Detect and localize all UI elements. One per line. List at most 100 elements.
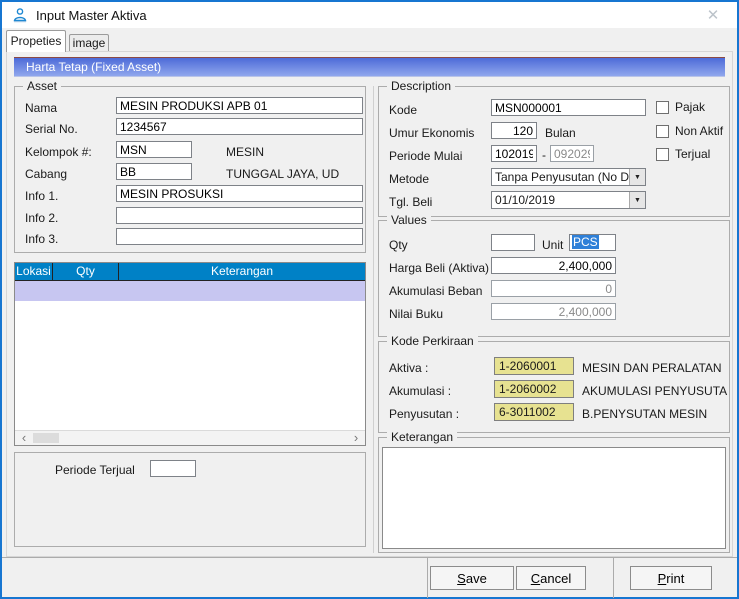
kode-label: Kode [389,103,417,117]
qty-input[interactable] [491,234,535,251]
umur-ekonomis-suffix: Bulan [545,126,576,140]
akumulasi-label: Akumulasi : [389,384,451,398]
tgl-beli-label: Tgl. Beli [389,195,432,209]
kelompok-input[interactable] [116,141,192,158]
penyusutan-label: Penyusutan : [389,407,459,421]
periode-terjual-label: Periode Terjual [55,463,135,477]
fixed-asset-section-header: Harta Tetap (Fixed Asset) [14,57,725,77]
unit-input[interactable]: PCS [569,234,616,251]
info2-input[interactable] [116,207,363,224]
aktiva-label: Aktiva : [389,361,428,375]
serial-input[interactable] [116,118,363,135]
penyusutan-code-input[interactable]: 6-3011002 [494,403,574,421]
keterangan-group: Keterangan [378,437,730,553]
tab-properties[interactable]: Propeties [6,30,66,52]
periode-mulai-from-input[interactable] [491,145,537,162]
umur-ekonomis-input[interactable] [491,122,537,139]
periode-mulai-separator: - [542,148,546,162]
values-group: Values Qty Unit PCS Harga Beli (Aktiva) … [378,220,730,337]
window-title: Input Master Aktiva [36,8,147,23]
unit-selected-text: PCS [572,235,599,249]
umur-ekonomis-label: Umur Ekonomis [389,126,474,140]
qty-label: Qty [389,238,408,252]
cabang-input[interactable] [116,163,192,180]
chevron-down-icon[interactable]: ▼ [629,192,645,208]
info3-input[interactable] [116,228,363,245]
non-aktif-label: Non Aktif [675,124,723,138]
akumulasi-code-input[interactable]: 1-2060002 [494,380,574,398]
checkbox-box[interactable] [656,148,669,161]
info3-label: Info 3. [25,232,58,246]
cabang-desc: TUNGGAL JAYA, UD [226,167,339,181]
column-header-lokasi[interactable]: Lokasi [15,263,53,280]
description-group: Description Kode Umur Ekonomis Bulan Per… [378,86,730,217]
cabang-label: Cabang [25,167,67,181]
lokasi-table-header: Lokasi Qty Keterangan [15,263,365,281]
nama-label: Nama [25,101,57,115]
periode-terjual-input[interactable] [150,460,196,477]
description-group-legend: Description [387,79,455,93]
chevron-down-icon[interactable]: ▼ [629,169,645,185]
periode-mulai-to-input [550,145,594,162]
akumulasi-beban-label: Akumulasi Beban [389,284,482,298]
keterangan-textarea[interactable] [382,447,726,549]
checkbox-non-aktif[interactable]: Non Aktif [656,124,723,138]
app-icon [12,7,28,23]
harga-beli-input[interactable] [491,257,616,274]
pajak-label: Pajak [675,100,705,114]
cancel-button[interactable]: Cancel [516,566,586,590]
title-bar: Input Master Aktiva ✕ [2,2,737,28]
periode-terjual-group: Periode Terjual [14,452,366,547]
aktiva-code-desc: MESIN DAN PERALATAN [582,361,724,375]
table-row[interactable] [15,281,365,301]
scroll-left-icon[interactable]: ‹ [17,431,31,445]
print-button[interactable]: Print [630,566,712,590]
akumulasi-code-desc: AKUMULASI PENYUSUTAN MESIN [582,384,728,398]
values-group-legend: Values [387,213,431,227]
save-button[interactable]: Save [430,566,514,590]
column-divider [373,86,374,553]
footer-bar: Save Cancel Print [2,557,737,597]
penyusutan-code-desc: B.PENYSUTAN MESIN [582,407,724,421]
kode-perkiraan-group: Kode Perkiraan Aktiva : 1-2060001 MESIN … [378,341,730,433]
footer-divider [427,558,428,598]
column-header-keterangan[interactable]: Keterangan [119,263,365,280]
nilai-buku-input [491,303,616,320]
akumulasi-beban-input [491,280,616,297]
metode-value: Tanpa Penyusutan (No Dep [492,169,629,185]
asset-group-legend: Asset [23,79,61,93]
aktiva-code-input[interactable]: 1-2060001 [494,357,574,375]
footer-divider [613,558,614,598]
horizontal-scrollbar[interactable]: ‹ › [15,430,365,445]
nilai-buku-label: Nilai Buku [389,307,443,321]
info2-label: Info 2. [25,211,58,225]
nama-input[interactable] [116,97,363,114]
scrollbar-thumb[interactable] [33,433,59,443]
tab-strip: Propeties image [2,28,737,52]
info1-label: Info 1. [25,189,58,203]
checkbox-box[interactable] [656,101,669,114]
serial-label: Serial No. [25,122,78,136]
checkbox-box[interactable] [656,125,669,138]
tab-image[interactable]: image [69,34,109,52]
terjual-label: Terjual [675,147,710,161]
checkbox-pajak[interactable]: Pajak [656,100,705,114]
checkbox-terjual[interactable]: Terjual [656,147,710,161]
kelompok-desc: MESIN [226,145,264,159]
asset-group: Asset Nama Serial No. Kelompok #: MESIN … [14,86,366,253]
metode-dropdown[interactable]: Tanpa Penyusutan (No Dep ▼ [491,168,646,186]
unit-label: Unit [542,238,563,252]
kode-perkiraan-legend: Kode Perkiraan [387,334,478,348]
column-header-qty[interactable]: Qty [53,263,119,280]
kode-input[interactable] [491,99,646,116]
info1-input[interactable] [116,185,363,202]
close-icon[interactable]: ✕ [703,6,723,26]
scroll-right-icon[interactable]: › [349,431,363,445]
tgl-beli-value: 01/10/2019 [492,192,629,208]
input-master-aktiva-dialog: Input Master Aktiva ✕ Propeties image Ha… [0,0,739,599]
kelompok-label: Kelompok #: [25,145,92,159]
lokasi-table: Lokasi Qty Keterangan ‹ › [14,262,366,446]
metode-label: Metode [389,172,429,186]
tgl-beli-dropdown[interactable]: 01/10/2019 ▼ [491,191,646,209]
keterangan-legend: Keterangan [387,430,457,444]
